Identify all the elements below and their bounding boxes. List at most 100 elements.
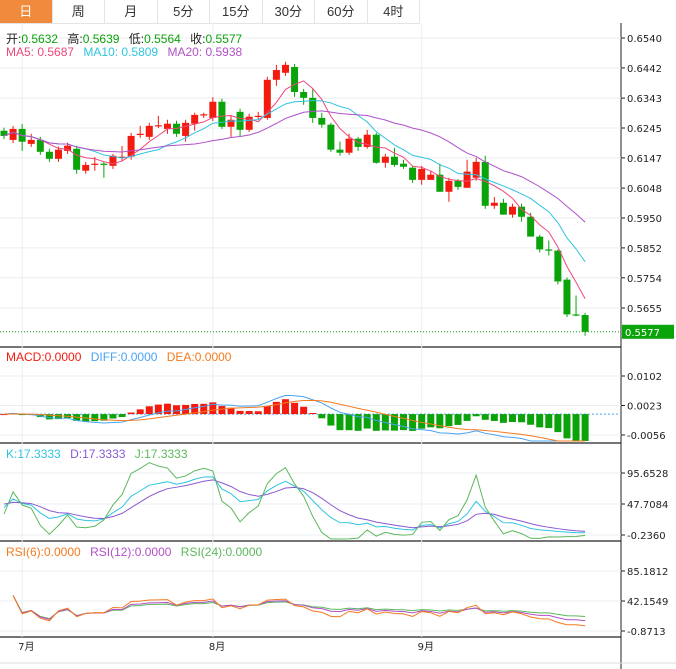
candle-body [545,249,553,251]
kdj-tick-label: -0.2360 [627,531,666,542]
k-value: K:17.3333 [6,447,61,461]
kline-chart-widget: 日 周 月 5分 15分 30分 60分 4时 7月 8月 9月 0.6540 0.64… [0,0,676,669]
price-tick-label: 0.5754 [627,274,662,285]
macd-bar [291,402,299,415]
macd-bar [572,414,580,441]
candle-body [91,163,99,165]
macd-bar [245,411,253,415]
candle-body [100,163,108,165]
x-axis-label: 8月 [209,641,225,653]
candle-body [409,167,417,180]
candle-body [300,92,308,98]
candle-body [554,250,562,282]
candle-body [9,128,17,140]
candle-body [381,156,389,163]
macd-bar [109,414,117,419]
candle-body [327,124,335,150]
x-axis-label: 7月 [18,641,34,653]
macd-bar [263,406,271,415]
j-value: J:17.3333 [134,447,188,461]
macd-bar [300,406,308,415]
macd-bar [518,414,526,423]
candle-body [508,206,516,215]
kdj-tick-label: 47.7084 [627,500,668,511]
j-line [3,462,586,540]
open-label: 开: [6,32,22,46]
d-line [3,479,586,532]
candle-body [27,139,35,144]
macd-bar [472,414,480,417]
macd-bar [454,414,462,425]
macd-bar [527,414,535,425]
ma5-line [3,80,586,299]
macd-bar [163,403,171,415]
candle-body [445,180,453,192]
candle-body [490,202,498,206]
candle-body [345,138,353,153]
close-value: 0.5577 [205,32,243,46]
macd-bar [173,405,181,415]
candle-body [372,134,380,163]
macd-bar [127,412,135,415]
macd-bar [327,414,335,426]
candle-body [209,101,217,118]
macd-bar [536,414,544,428]
dea-value: DEA:0.0000 [166,350,232,364]
macd-bar [336,414,344,431]
macd-bar [254,411,262,415]
candle-body [154,125,162,127]
candle-body [136,133,144,135]
macd-bar [145,406,153,415]
ma10-line [3,99,586,263]
macd-bar [345,414,353,431]
candle-body [82,164,90,171]
macd-bar [363,414,371,429]
rsi24-value: RSI(24):0.0000 [180,545,263,559]
macd-bar [490,414,498,421]
k-line [3,476,586,534]
rsi24-line [12,595,586,620]
candle-body [563,279,571,315]
candle-body [45,151,53,159]
d-value: D:17.3333 [70,447,126,461]
candle-body [73,148,81,170]
rsi-tick-label: 42.1549 [627,597,668,608]
candle-body [427,174,435,180]
macd-bar [554,414,562,433]
candle-body [163,123,171,129]
price-tick-label: 0.6540 [627,34,662,45]
macd-bar [563,414,571,439]
candle-body [191,114,199,124]
candle-body [200,114,208,116]
macd-tick-label: 0.0102 [627,372,662,383]
candle-body [318,117,326,125]
price-tick-label: 0.6442 [627,64,662,75]
macd-legend: MACD:0.0000 DIFF:0.0000 DEA:0.0000 [6,350,237,364]
close-label: 收: [190,32,206,46]
macd-bar [445,414,453,427]
price-tick-label: 0.6147 [627,154,662,165]
macd-tick-label: -0.0056 [627,431,666,442]
chart-canvas[interactable]: 7月 8月 9月 0.6540 0.6442 0.6343 0.6245 0.6147 0.60… [0,0,676,669]
candle-body [36,139,44,152]
macd-bar [91,414,99,422]
rsi6-value: RSI(6):0.0000 [6,545,81,559]
ma5-value: MA5: 0.5687 [6,45,75,59]
candle-body [400,163,408,167]
open-value: 0.5632 [21,32,59,46]
macd-bar [463,414,471,421]
macd-bar [508,414,516,423]
macd-value: MACD:0.0000 [6,350,82,364]
price-tick-label: 0.5852 [627,244,662,255]
macd-bar [427,414,435,428]
candle-body [64,145,72,151]
ma20-value: MA20: 0.5938 [167,45,243,59]
macd-bar [581,414,589,441]
rsi12-line [12,595,586,622]
macd-bar [118,414,126,418]
candle-body [281,64,289,73]
rsi-tick-label: -0.8713 [627,627,666,638]
price-tick-label: 0.6343 [627,94,662,105]
x-axis-label: 9月 [418,641,434,653]
candle-body [390,156,398,165]
